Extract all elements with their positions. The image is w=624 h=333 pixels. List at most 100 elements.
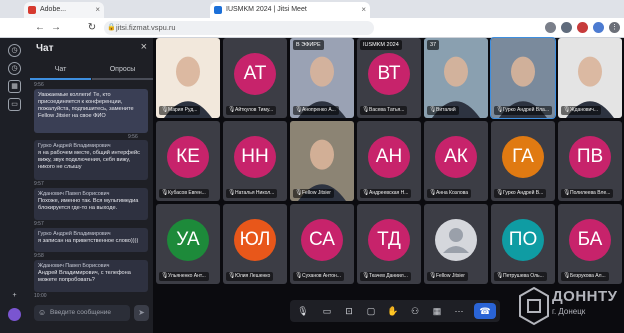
mic-icon: 🎙	[228, 107, 236, 113]
participant-name: 🎙 Суханов Антон...	[293, 272, 344, 281]
browser-tab-jitsi[interactable]: IUSMKM 2024 | Jitsi Meet ×	[210, 2, 370, 18]
participant-tile[interactable]: НН 🎙 Наталья Никол...	[223, 121, 287, 201]
history-icon[interactable]: ◷	[8, 44, 21, 57]
university-logo-icon	[519, 286, 549, 326]
participant-name: 🎙 Мария Руд...	[159, 106, 201, 115]
participant-avatar: ПО	[502, 219, 544, 261]
browser-logo-icon[interactable]	[8, 308, 21, 321]
tab-divider	[92, 78, 153, 80]
timestamp: 9:57	[34, 181, 44, 187]
chat-icon[interactable]: ▢	[364, 304, 378, 318]
close-icon[interactable]: ×	[361, 2, 366, 18]
mic-icon: 🎙	[496, 107, 504, 113]
screen: Adobe... × IUSMKM 2024 | Jitsi Meet × ← …	[0, 0, 624, 333]
browser-tab-adobe[interactable]: Adobe... ×	[24, 2, 104, 18]
participant-avatar: ПВ	[569, 136, 611, 178]
raise-hand-icon[interactable]: ✋	[386, 304, 400, 318]
participant-tile[interactable]: ВТ IUSMKM 2024 🎙 Васева Татья...	[357, 38, 421, 118]
extension-icon[interactable]	[561, 22, 572, 33]
participant-name: 🎙 Васева Татья...	[360, 106, 408, 115]
chat-message: Уважаемые коллеги! Те, кто присоединяетс…	[34, 89, 148, 133]
participant-avatar: ЮЛ	[234, 219, 276, 261]
mic-icon: 🎙	[295, 273, 303, 279]
timestamp: 9:57	[34, 221, 44, 227]
participant-tile[interactable]: ТД 🎙 Ткачев Даниил...	[357, 204, 421, 284]
participant-tile[interactable]: ГА 🎙 Гурко Андрей В...	[491, 121, 555, 201]
tile-badge: В ЭФИРЕ	[293, 40, 324, 50]
university-watermark: ДОННТУ г. Донецк	[518, 282, 622, 330]
participant-tile[interactable]: ПВ 🎙 Полилеева Вле...	[558, 121, 622, 201]
url-field[interactable]: 🔒 jitsi.fizmat.vspu.ru	[104, 21, 374, 35]
participant-tile[interactable]: ЮЛ 🎙 Юлия Лешенко	[223, 204, 287, 284]
history-icon[interactable]: ◷	[8, 62, 21, 75]
tab-bar: Adobe... × IUSMKM 2024 | Jitsi Meet ×	[0, 0, 624, 18]
participant-name: 🎙 Гурко Андрей Вла...	[494, 106, 552, 115]
mic-icon: 🎙	[496, 273, 504, 279]
participant-tile[interactable]: 🎙 Fellow Jitsier	[424, 204, 488, 284]
participant-tile[interactable]: АН 🎙 Андреевская Н...	[357, 121, 421, 201]
tab-chat[interactable]: Чат	[30, 66, 91, 73]
more-icon[interactable]: ⋯	[452, 304, 466, 318]
participant-tile[interactable]: СА 🎙 Суханов Антон...	[290, 204, 354, 284]
close-icon[interactable]: ×	[141, 41, 147, 53]
participant-avatar: АК	[435, 136, 477, 178]
chat-message: Жданович Павел Борисович Андрей Владимир…	[34, 260, 148, 292]
participant-name: 🎙 Безрукова Ал...	[561, 272, 609, 281]
close-icon[interactable]: ×	[95, 2, 100, 18]
mic-icon: 🎙	[563, 107, 571, 113]
participant-name: 🎙 Айткулов Тиму...	[226, 106, 277, 115]
participant-tile[interactable]: АК 🎙 Анна Козлова	[424, 121, 488, 201]
participant-tile[interactable]: 37 🎙 Виталий	[424, 38, 488, 118]
back-arrow-icon[interactable]: ←	[34, 22, 46, 34]
leave-call-button[interactable]: ☎	[474, 303, 496, 319]
mic-icon: 🎙	[429, 107, 437, 113]
participant-tile[interactable]: 🎙 Мария Руд...	[156, 38, 220, 118]
tab-label: Adobe...	[40, 6, 67, 13]
participants-icon[interactable]: ⚇	[408, 304, 422, 318]
participant-name: 🎙 Гурко Андрей В...	[494, 189, 547, 198]
camera-icon[interactable]: ▭	[320, 304, 334, 318]
mic-icon: 🎙	[496, 190, 504, 196]
participant-tile[interactable]: АТ 🎙 Айткулов Тиму...	[223, 38, 287, 118]
participant-name: 🎙 Полилеева Вле...	[561, 189, 614, 198]
chat-input[interactable]: ☺ Введите сообщение	[34, 305, 130, 321]
participant-tile[interactable]: БА 🎙 Безрукова Ал...	[558, 204, 622, 284]
reload-icon[interactable]: ↻	[86, 22, 98, 34]
tab-polls[interactable]: Опросы	[92, 66, 153, 73]
mic-icon: 🎙	[563, 190, 571, 196]
message-sender: Жданович Павел Борисович	[38, 263, 110, 269]
extension-icon[interactable]	[545, 22, 556, 33]
participant-tile[interactable]: В ЭФИРЕ 🎙 Анопренко А...	[290, 38, 354, 118]
participant-tile[interactable]: УА 🎙 Ульяненко Ант...	[156, 204, 220, 284]
chat-tabs: Чат Опросы	[30, 66, 153, 80]
mic-icon: 🎙	[362, 107, 370, 113]
plus-icon[interactable]: +	[8, 290, 21, 303]
profile-icon[interactable]	[593, 22, 604, 33]
participant-tile[interactable]: 🎙 Гурко Андрей Вла...	[490, 37, 556, 119]
emoji-icon[interactable]: ☺	[38, 305, 46, 321]
tab-icon[interactable]: ▭	[8, 98, 21, 111]
send-button[interactable]: ➤	[134, 305, 149, 321]
participant-name: 🎙 Виталий	[427, 106, 459, 115]
participant-tile[interactable]: 🎙 Жданович...	[558, 38, 622, 118]
user-placeholder-icon	[435, 219, 477, 261]
message-sender: Жданович Павел Борисович	[38, 191, 110, 197]
participant-tile[interactable]: ПО 🎙 Петрушева Оль...	[491, 204, 555, 284]
side-rail: ◷ ◷ ▦ ▭ +	[0, 38, 30, 333]
participant-tile[interactable]: КЕ 🎙 Кубасов Евген...	[156, 121, 220, 201]
timestamp: 9:56	[34, 82, 44, 88]
screen-share-icon[interactable]: ⊡	[342, 304, 356, 318]
mic-icon: 🎙	[563, 273, 571, 279]
tile-badge: IUSMKM 2024	[360, 40, 402, 50]
extension-icon[interactable]	[577, 22, 588, 33]
menu-icon[interactable]: ⋮	[609, 22, 620, 33]
apps-icon[interactable]: ▦	[8, 80, 21, 93]
timestamp: 10:00	[34, 293, 47, 299]
message-sender: Гурко Андрей Владимирович	[38, 143, 111, 149]
tile-view-icon[interactable]: ▦	[430, 304, 444, 318]
forward-arrow-icon[interactable]: →	[50, 22, 62, 34]
participant-name: 🎙 Кубасов Евген...	[159, 189, 209, 198]
chat-panel: Чат × Чат Опросы 9:56 Уважаемые коллеги!…	[30, 38, 153, 333]
mic-icon[interactable]: 🎙	[296, 304, 310, 318]
participant-tile[interactable]: 🎙 Fellow Jitsier	[290, 121, 354, 201]
